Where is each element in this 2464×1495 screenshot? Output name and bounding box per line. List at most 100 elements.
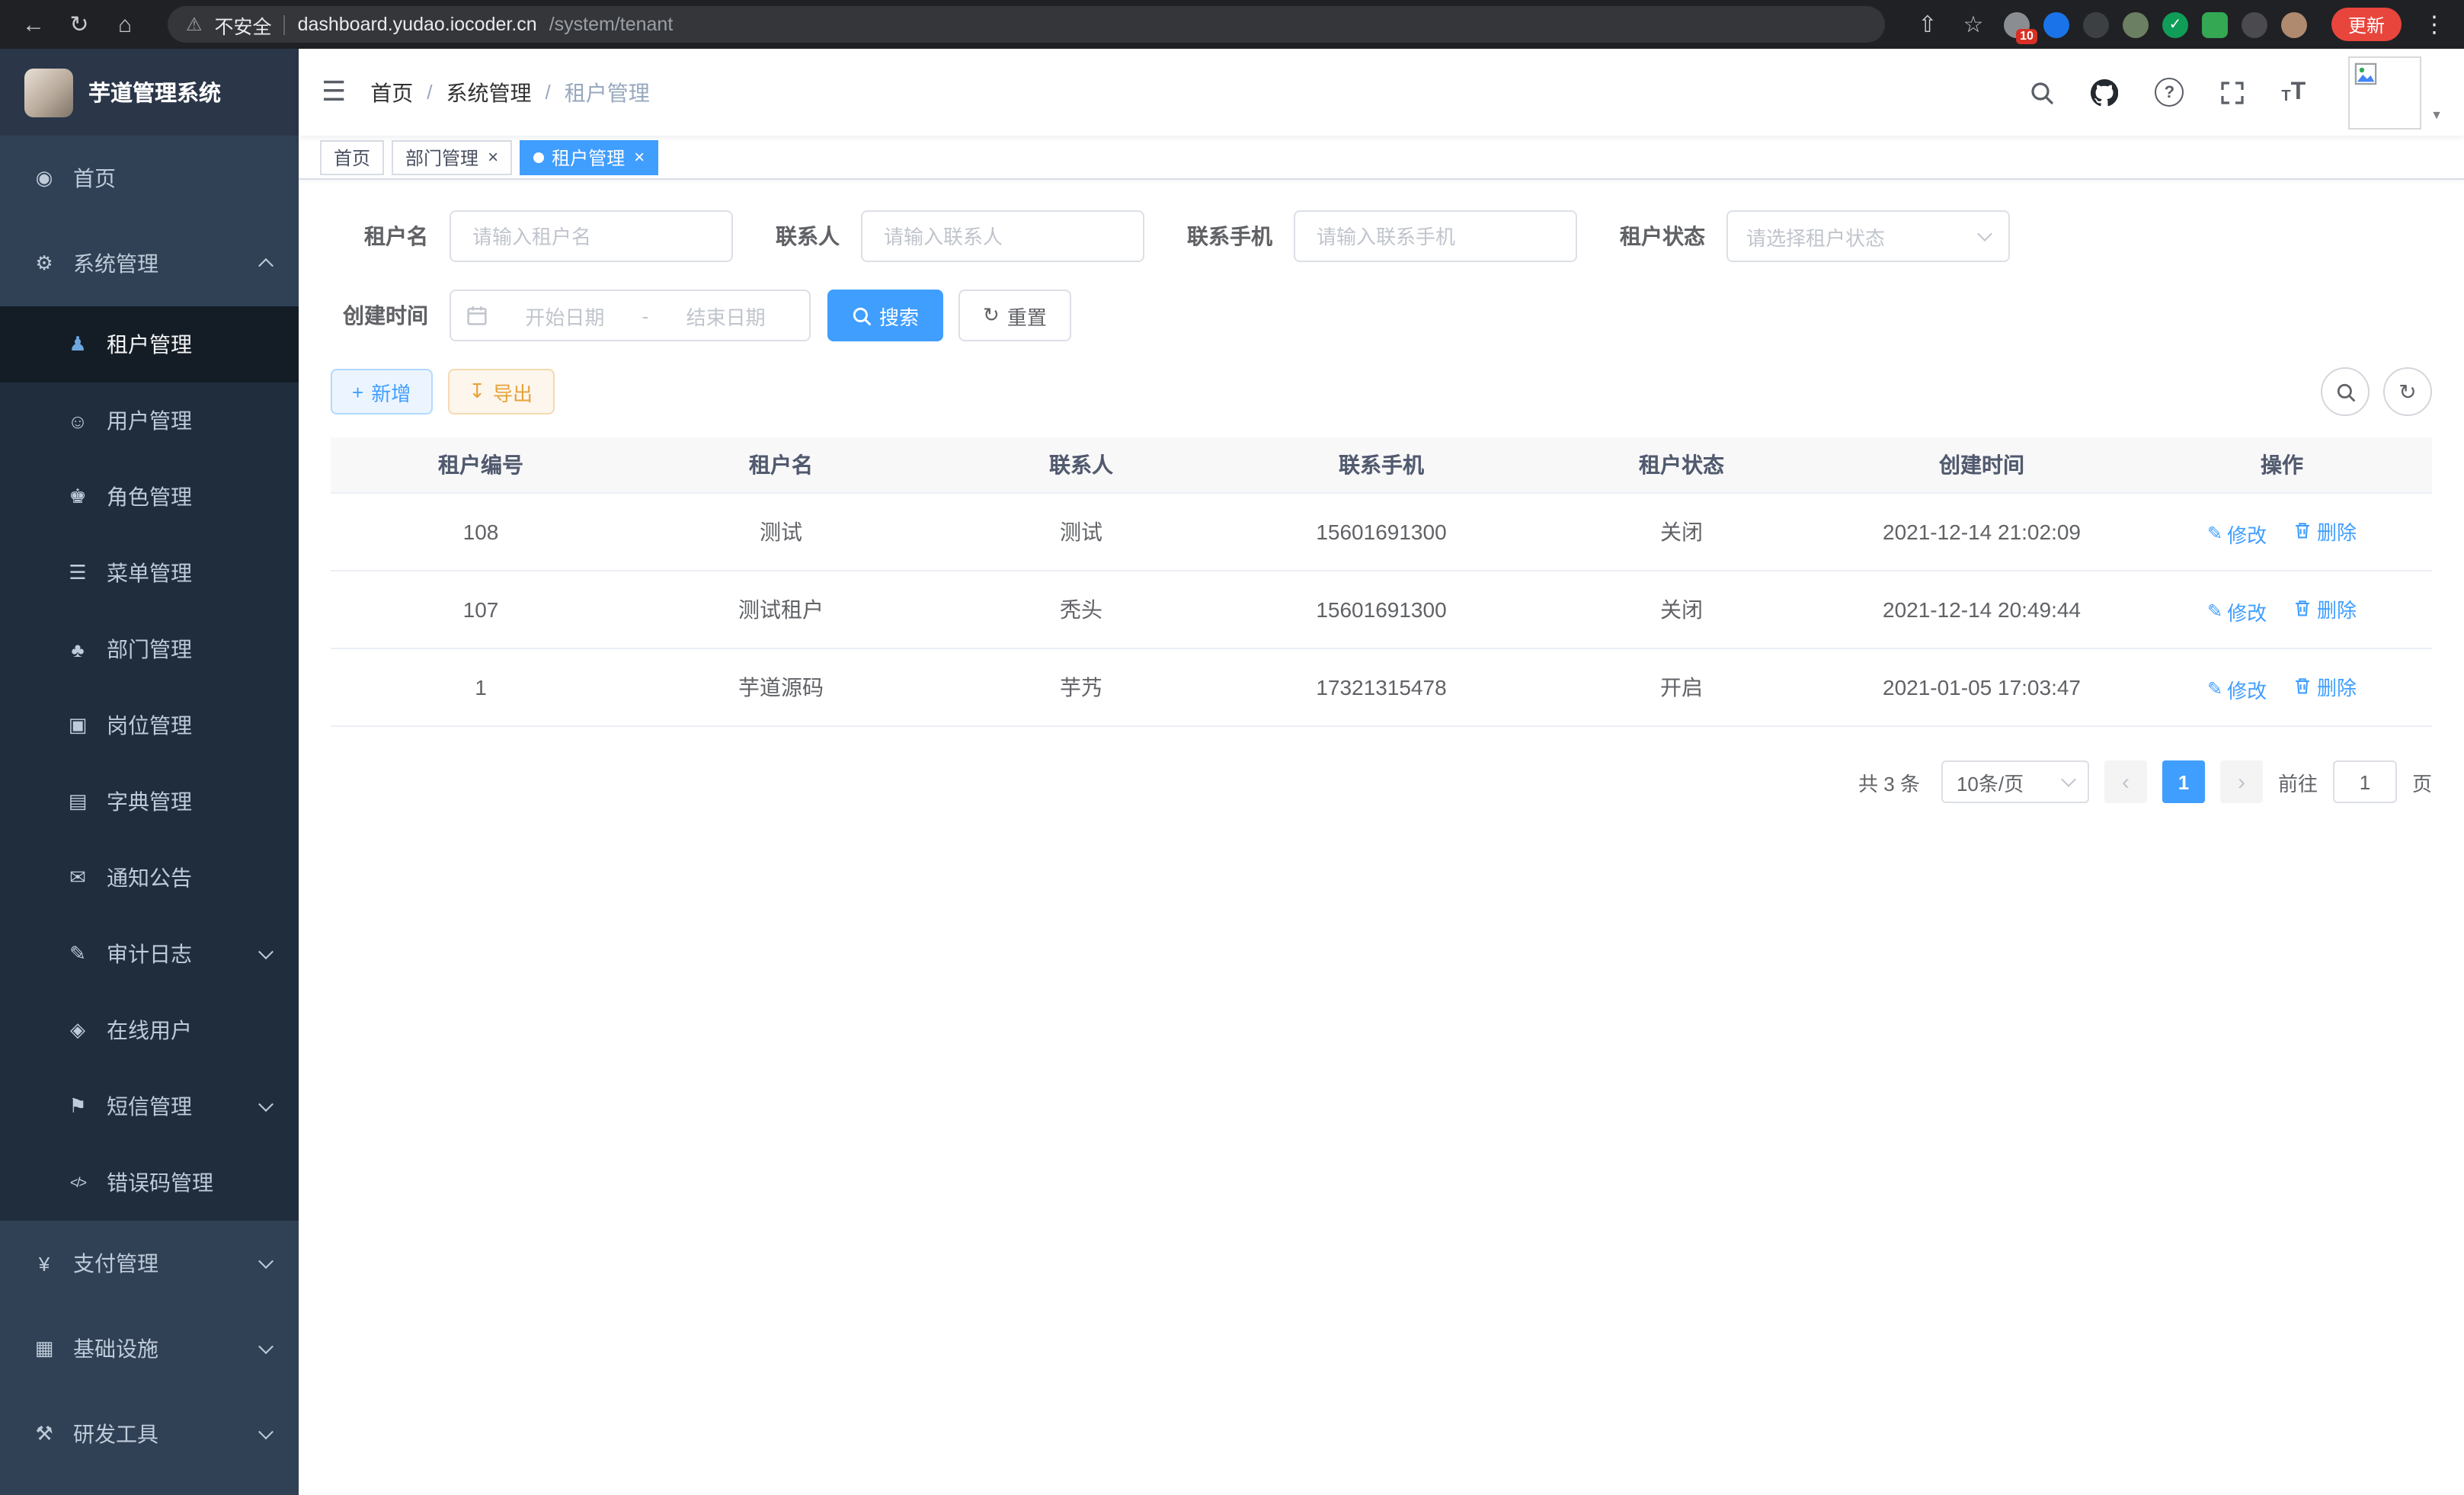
search-button[interactable]: 搜索 <box>827 290 943 341</box>
next-page-button[interactable]: › <box>2220 760 2263 803</box>
fullscreen-icon[interactable] <box>2220 80 2245 104</box>
delete-link[interactable]: 删除 <box>2294 594 2357 623</box>
puzzle-extensions-icon[interactable] <box>2242 11 2267 37</box>
chevron-down-icon <box>258 1339 274 1354</box>
close-icon[interactable]: × <box>634 148 645 166</box>
date-start-placeholder: 开始日期 <box>497 301 633 330</box>
sidebar-item-label: 字典管理 <box>107 786 192 817</box>
sidebar-item-departments[interactable]: ♣ 部门管理 <box>0 611 299 687</box>
monitor-icon: ▦ <box>30 1337 58 1361</box>
trash-icon <box>2294 677 2312 695</box>
bookmark-star-icon[interactable]: ☆ <box>1958 11 1989 38</box>
extension-icon[interactable] <box>2123 11 2149 37</box>
status-select[interactable]: 请选择租户状态 <box>1726 210 2010 262</box>
breadcrumb-item[interactable]: 首页 <box>370 77 413 107</box>
address-bar[interactable]: ⚠ 不安全 dashboard.yudao.iocoder.cn/system/… <box>168 6 1885 43</box>
sidebar-item-error-codes[interactable]: </> 错误码管理 <box>0 1144 299 1221</box>
tab-tenant-active[interactable]: 租户管理 × <box>520 139 658 174</box>
sidebar-item-label: 基础设施 <box>73 1333 158 1364</box>
sidebar-item-menus[interactable]: ☰ 菜单管理 <box>0 535 299 611</box>
breadcrumb-separator: / <box>427 81 432 104</box>
search-icon <box>852 306 872 325</box>
extension-icon[interactable] <box>2202 11 2228 37</box>
date-range-picker[interactable]: 开始日期 - 结束日期 <box>450 290 811 341</box>
sidebar-item-users[interactable]: ☺ 用户管理 <box>0 383 299 459</box>
sidebar-item-roles[interactable]: ♚ 角色管理 <box>0 459 299 535</box>
search-icon[interactable] <box>2030 80 2054 104</box>
status-select-placeholder: 请选择租户状态 <box>1746 222 1885 251</box>
goto-page-input[interactable] <box>2333 760 2397 803</box>
reset-button[interactable]: ↻ 重置 <box>958 290 1071 341</box>
sidebar-item-dev-tools[interactable]: ⚒ 研发工具 <box>0 1391 299 1477</box>
back-icon[interactable]: ← <box>18 11 49 37</box>
page-number-button[interactable]: 1 <box>2162 760 2205 803</box>
sidebar-item-home[interactable]: ◉ 首页 <box>0 136 299 221</box>
refresh-button[interactable]: ↻ <box>2383 367 2432 416</box>
refresh-icon: ↻ <box>983 303 1000 328</box>
cell-actions: ✎修改 删除 <box>2132 648 2432 726</box>
extension-icon[interactable]: ✓ <box>2162 11 2188 37</box>
edit-link[interactable]: ✎修改 <box>2207 597 2267 626</box>
cell-status: 关闭 <box>1531 571 1832 648</box>
cell-phone: 15601691300 <box>1231 493 1531 571</box>
phone-input[interactable] <box>1314 223 1557 249</box>
sidebar-item-label: 部门管理 <box>107 634 192 664</box>
github-icon[interactable] <box>2091 78 2118 106</box>
delete-link[interactable]: 删除 <box>2294 671 2357 700</box>
goto-label: 前往 <box>2278 767 2318 796</box>
sidebar-item-system[interactable]: ⚙ 系统管理 <box>0 221 299 306</box>
hamburger-icon[interactable]: ☰ <box>322 76 346 108</box>
user-menu[interactable]: ▼ <box>2348 56 2443 129</box>
sidebar-item-payment[interactable]: ¥ 支付管理 <box>0 1221 299 1306</box>
top-navbar: ☰ 首页 / 系统管理 / 租户管理 ? <box>299 49 2464 136</box>
home-icon[interactable]: ⌂ <box>110 11 140 37</box>
total-count: 共 3 条 <box>1858 767 1920 796</box>
breadcrumb-separator: / <box>546 81 551 104</box>
tenant-name-input[interactable] <box>469 223 713 249</box>
edit-link[interactable]: ✎修改 <box>2207 519 2267 548</box>
help-icon[interactable]: ? <box>2155 78 2184 107</box>
sidebar-item-dictionary[interactable]: ▤ 字典管理 <box>0 764 299 840</box>
export-button[interactable]: ↧ 导出 <box>447 369 554 415</box>
contact-input[interactable] <box>881 223 1125 249</box>
extension-icon[interactable]: 10 <box>2004 11 2030 37</box>
tab-home[interactable]: 首页 <box>320 139 384 174</box>
font-size-icon[interactable]: TT <box>2281 80 2306 104</box>
table-header-row: 租户编号 租户名 联系人 联系手机 租户状态 创建时间 操作 <box>331 437 2432 493</box>
trash-icon <box>2294 521 2312 539</box>
toggle-search-button[interactable] <box>2321 367 2370 416</box>
browser-menu-icon[interactable]: ⋮ <box>2423 11 2446 38</box>
sidebar-item-infrastructure[interactable]: ▦ 基础设施 <box>0 1306 299 1391</box>
breadcrumb-item-current: 租户管理 <box>565 77 650 107</box>
chevron-down-icon <box>258 944 274 959</box>
cell-tenant-id: 1 <box>331 648 631 726</box>
reload-icon[interactable]: ↻ <box>64 11 94 38</box>
edit-link[interactable]: ✎修改 <box>2207 674 2267 703</box>
extension-icon[interactable] <box>2043 11 2069 37</box>
cell-actions: ✎修改 删除 <box>2132 493 2432 571</box>
sidebar-item-sms[interactable]: ⚑ 短信管理 <box>0 1068 299 1144</box>
delete-link[interactable]: 删除 <box>2294 516 2357 545</box>
prev-page-button[interactable]: ‹ <box>2104 760 2147 803</box>
sidebar-item-positions[interactable]: ▣ 岗位管理 <box>0 687 299 764</box>
share-icon[interactable]: ⇧ <box>1912 11 1943 38</box>
tab-department[interactable]: 部门管理 × <box>392 139 512 174</box>
profile-avatar-icon[interactable] <box>2281 11 2307 37</box>
book-icon: ▤ <box>64 789 91 814</box>
sidebar-item-audit-logs[interactable]: ✎ 审计日志 <box>0 916 299 992</box>
app-logo[interactable]: 芋道管理系统 <box>0 49 299 136</box>
chevron-down-icon <box>2061 772 2076 787</box>
chrome-update-button[interactable]: 更新 <box>2331 8 2402 41</box>
extension-icon[interactable] <box>2083 11 2109 37</box>
cell-tenant-id: 107 <box>331 571 631 648</box>
sidebar-item-notices[interactable]: ✉ 通知公告 <box>0 840 299 916</box>
page-size-select[interactable]: 10条/页 <box>1941 760 2089 803</box>
security-label[interactable]: 不安全 <box>215 10 272 39</box>
sidebar-item-online-users[interactable]: ◈ 在线用户 <box>0 992 299 1068</box>
user-icon: ☺ <box>64 409 91 432</box>
sidebar-item-tenant[interactable]: ♟ 租户管理 <box>0 306 299 383</box>
close-icon[interactable]: × <box>488 148 498 166</box>
breadcrumb-item[interactable]: 系统管理 <box>446 77 532 107</box>
user-avatar[interactable] <box>2348 56 2421 129</box>
add-button[interactable]: + 新增 <box>331 369 432 415</box>
